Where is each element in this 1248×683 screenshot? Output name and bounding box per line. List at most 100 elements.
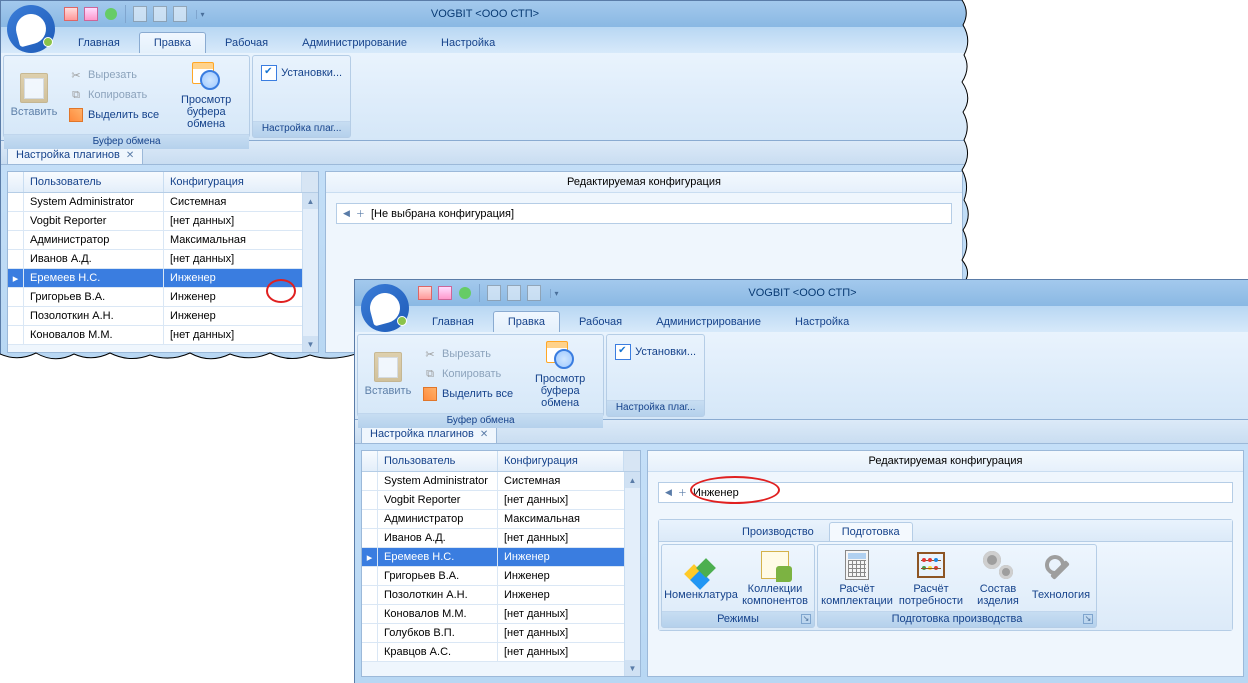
tab-admin[interactable]: Администрирование	[641, 311, 776, 332]
users-grid-panel: Пользователь Конфигурация System Adminis…	[361, 450, 641, 677]
paste-button[interactable]: Вставить	[6, 58, 62, 132]
grid-header: Пользователь Конфигурация	[362, 451, 640, 472]
tab-settings[interactable]: Настройка	[780, 311, 864, 332]
preview-clipboard-button[interactable]: Просмотр буфера обмена	[519, 337, 601, 411]
table-row[interactable]: Vogbit Reporter[нет данных]	[362, 491, 640, 510]
ribbon: Вставить Вырезать Копировать Выделить вс…	[1, 53, 969, 141]
close-icon[interactable]: ✕	[480, 429, 488, 440]
gears-icon	[983, 551, 1013, 579]
row-indicator	[362, 510, 378, 528]
config-breadcrumb[interactable]: ◀ ＋ Инженер	[658, 482, 1233, 503]
table-row[interactable]: Позолоткин А.Н.Инженер	[8, 307, 318, 326]
table-row[interactable]: ▸Еремеев Н.С.Инженер▶	[362, 548, 640, 567]
vertical-scrollbar[interactable]: ▲▼	[302, 193, 318, 352]
config-current-label: [Не выбрана конфигурация]	[371, 208, 514, 220]
row-indicator	[8, 326, 24, 344]
table-row[interactable]: Иванов А.Д.[нет данных]	[8, 250, 318, 269]
paste-icon	[374, 352, 402, 382]
collections-button[interactable]: Коллекции компонентов	[738, 547, 812, 609]
table-row[interactable]: Коновалов М.М.[нет данных]	[362, 605, 640, 624]
nomenclature-icon	[687, 557, 715, 585]
wrench-icon	[1047, 557, 1075, 585]
collections-icon	[761, 551, 789, 579]
group-plugin-settings: Установки... Настройка плаг...	[606, 334, 705, 417]
settings-button[interactable]: Установки...	[613, 343, 698, 361]
row-indicator	[8, 193, 24, 211]
cell-configuration: Системная	[498, 472, 640, 490]
app-menu-button[interactable]	[361, 284, 409, 332]
config-editor-title: Редактируемая конфигурация	[326, 172, 962, 193]
torn-edge-right	[960, 0, 974, 283]
cell-configuration: [нет данных]	[498, 624, 640, 642]
col-user[interactable]: Пользователь	[378, 451, 498, 471]
table-row[interactable]: Vogbit Reporter[нет данных]	[8, 212, 318, 231]
group-plugin-settings: Установки... Настройка плаг...	[252, 55, 351, 138]
close-icon[interactable]: ✕	[126, 150, 134, 161]
table-row[interactable]: АдминистраторМаксимальная	[8, 231, 318, 250]
cut-button[interactable]: Вырезать	[420, 345, 515, 363]
group-launcher-icon[interactable]: ↘	[1083, 614, 1093, 624]
cut-button[interactable]: Вырезать	[66, 66, 161, 84]
col-configuration[interactable]: Конфигурация	[498, 451, 624, 471]
paste-button[interactable]: Вставить	[360, 337, 416, 411]
table-row[interactable]: АдминистраторМаксимальная	[362, 510, 640, 529]
copy-button[interactable]: Копировать	[66, 86, 161, 104]
vertical-scrollbar[interactable]: ▲▼	[624, 472, 640, 676]
settings-button[interactable]: Установки...	[259, 64, 344, 82]
table-row[interactable]: Григорьев В.А.Инженер	[8, 288, 318, 307]
table-row[interactable]: Кравцов А.С.[нет данных]	[362, 643, 640, 662]
tab-admin[interactable]: Администрирование	[287, 32, 422, 53]
group-launcher-icon[interactable]: ↘	[801, 614, 811, 624]
nav-add-icon[interactable]: ＋	[356, 207, 365, 220]
technology-button[interactable]: Технология	[1028, 547, 1094, 609]
table-row[interactable]: System AdministratorСистемная	[8, 193, 318, 212]
cell-configuration: [нет данных]	[164, 326, 318, 344]
tab-edit[interactable]: Правка	[493, 311, 560, 332]
nav-left-icon[interactable]: ◀	[665, 487, 672, 498]
ribbon-tabstrip: Главная Правка Рабочая Администрирование…	[1, 27, 969, 53]
cell-configuration: Инженер▶	[164, 269, 318, 287]
titlebar: VOGBIT <ООО СТП>	[1, 1, 969, 27]
row-indicator	[362, 586, 378, 604]
cell-configuration: [нет данных]	[498, 491, 640, 509]
calculator-icon	[845, 550, 869, 580]
table-row[interactable]: ▸Еремеев Н.С.Инженер▶	[8, 269, 318, 288]
tab-settings[interactable]: Настройка	[426, 32, 510, 53]
copy-button[interactable]: Копировать	[420, 365, 515, 383]
table-row[interactable]: System AdministratorСистемная	[362, 472, 640, 491]
nav-left-icon[interactable]: ◀	[343, 208, 350, 219]
cell-user: Коновалов М.М.	[378, 605, 498, 623]
tab-work[interactable]: Рабочая	[210, 32, 283, 53]
calc-need-button[interactable]: Расчёт потребности	[894, 547, 968, 609]
prep-tab-production[interactable]: Производство	[729, 522, 827, 541]
nomenclature-button[interactable]: Номенклатура	[664, 547, 738, 609]
preview-clipboard-button[interactable]: Просмотр буфера обмена	[165, 58, 247, 132]
nav-add-icon[interactable]: ＋	[678, 486, 687, 499]
config-breadcrumb[interactable]: ◀ ＋ [Не выбрана конфигурация]	[336, 203, 952, 224]
table-row[interactable]: Иванов А.Д.[нет данных]	[362, 529, 640, 548]
calc-complect-button[interactable]: Расчёт комплектации	[820, 547, 894, 609]
cell-configuration: Инженер▶	[498, 548, 640, 566]
select-all-button[interactable]: Выделить все	[66, 106, 161, 124]
row-indicator	[8, 212, 24, 230]
preview-label: Просмотр буфера обмена	[167, 94, 245, 130]
config-editor-title: Редактируемая конфигурация	[648, 451, 1243, 472]
grid-body: System AdministratorСистемнаяVogbit Repo…	[8, 193, 318, 352]
app-menu-button[interactable]	[7, 5, 55, 53]
table-row[interactable]: Голубков В.П.[нет данных]	[362, 624, 640, 643]
table-row[interactable]: Позолоткин А.Н.Инженер	[362, 586, 640, 605]
col-user[interactable]: Пользователь	[24, 172, 164, 192]
tab-edit[interactable]: Правка	[139, 32, 206, 53]
composition-button[interactable]: Состав изделия	[968, 547, 1028, 609]
ribbon-tabstrip: Главная Правка Рабочая Администрирование…	[355, 306, 1248, 332]
table-row[interactable]: Григорьев В.А.Инженер	[362, 567, 640, 586]
row-indicator	[362, 529, 378, 547]
abacus-icon	[917, 552, 945, 578]
tab-main[interactable]: Главная	[63, 32, 135, 53]
select-all-button[interactable]: Выделить все	[420, 385, 515, 403]
table-row[interactable]: Коновалов М.М.[нет данных]	[8, 326, 318, 345]
col-configuration[interactable]: Конфигурация	[164, 172, 302, 192]
prep-tab-preparation[interactable]: Подготовка	[829, 522, 913, 541]
tab-main[interactable]: Главная	[417, 311, 489, 332]
tab-work[interactable]: Рабочая	[564, 311, 637, 332]
